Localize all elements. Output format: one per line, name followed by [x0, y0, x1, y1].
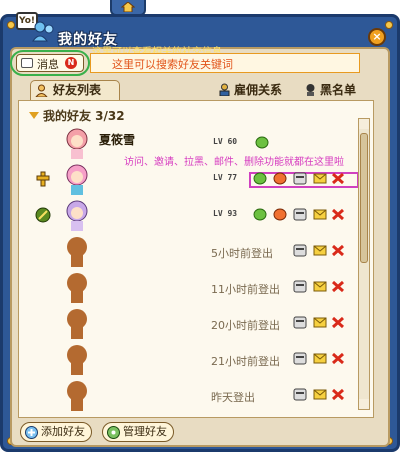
friend-row[interactable]: 昨天登出	[19, 377, 359, 413]
mail-icon[interactable]	[313, 244, 327, 257]
collapse-arrow-icon	[29, 112, 39, 119]
mail-icon[interactable]	[313, 388, 327, 401]
friend-name: 夏筱雪	[99, 133, 136, 147]
friend-row[interactable]: 夏筱雪 LV 60	[19, 125, 359, 161]
scrollbar[interactable]	[358, 118, 370, 410]
tab-label: 好友列表	[53, 83, 102, 97]
message-label: 消息	[37, 58, 59, 71]
delete-icon[interactable]	[331, 208, 345, 221]
delete-icon[interactable]	[331, 352, 345, 365]
last-logout-time: 昨天登出	[211, 391, 255, 404]
block-icon[interactable]	[293, 244, 307, 257]
rivet-decoration	[385, 21, 393, 29]
delete-icon[interactable]	[331, 172, 345, 185]
friend-row[interactable]: LV 77	[19, 161, 359, 197]
block-icon[interactable]	[293, 352, 307, 365]
rivet-decoration	[7, 21, 15, 29]
employ-icon	[219, 83, 230, 96]
mail-icon[interactable]	[313, 316, 327, 329]
friend-row[interactable]: 21小时前登出	[19, 341, 359, 377]
block-icon[interactable]	[293, 208, 307, 221]
tab-blacklist[interactable]: 黑名单	[300, 80, 380, 100]
friend-row[interactable]: LV 93	[19, 197, 359, 233]
friend-row[interactable]: 5小时前登出	[19, 233, 359, 269]
close-button[interactable]: ×	[368, 28, 386, 46]
tab-friends-list[interactable]: 好友列表	[30, 80, 120, 100]
add-friend-button[interactable]: 添加好友	[20, 422, 92, 442]
tab-label: 雇佣关系	[234, 83, 283, 97]
add-friend-label: 添加好友	[41, 425, 85, 438]
avatar	[66, 128, 88, 159]
mail-icon[interactable]	[313, 352, 327, 365]
avatar	[66, 200, 88, 231]
manage-friends-icon	[107, 426, 120, 439]
sword-badge-icon	[35, 207, 51, 223]
avatar-placeholder	[67, 273, 87, 303]
last-logout-time: 21小时前登出	[211, 355, 280, 368]
friend-list-panel: 我的好友 3/32 访问、邀请、拉黑、邮件、删除功能就都在这里啦 夏筱雪 LV …	[18, 100, 374, 418]
friend-row[interactable]: 11小时前登出	[19, 269, 359, 305]
avatar-placeholder	[67, 345, 87, 375]
level-badge: LV 77	[213, 173, 238, 182]
avatar-placeholder	[67, 309, 87, 339]
delete-icon[interactable]	[331, 388, 345, 401]
tab-label: 黑名单	[320, 83, 357, 97]
invite-icon[interactable]	[273, 172, 287, 185]
guild-cross-icon	[36, 171, 50, 187]
visit-icon[interactable]	[255, 136, 269, 149]
scroll-down-arrow-icon[interactable]	[359, 399, 369, 409]
manage-friends-label: 管理好友	[123, 425, 167, 438]
delete-icon[interactable]	[331, 280, 345, 293]
scroll-thumb[interactable]	[360, 133, 368, 263]
group-title: 我的好友 3/32	[43, 109, 125, 123]
block-icon[interactable]	[293, 388, 307, 401]
visit-icon[interactable]	[253, 172, 267, 185]
last-logout-time: 20小时前登出	[211, 319, 280, 332]
tab-bar: 好友列表 雇佣关系 黑名单	[14, 80, 386, 100]
delete-icon[interactable]	[331, 244, 345, 257]
avatar-placeholder	[67, 381, 87, 411]
last-logout-time: 5小时前登出	[211, 247, 273, 260]
level-badge: LV 60	[213, 137, 238, 146]
message-button[interactable]: 消息 N	[16, 54, 84, 72]
avatar	[66, 164, 88, 195]
search-hint: 这里可以搜索好友关键词	[112, 58, 233, 71]
new-badge: N	[65, 57, 77, 69]
block-icon[interactable]	[293, 316, 307, 329]
friend-row[interactable]: 20小时前登出	[19, 305, 359, 341]
visit-icon[interactable]	[253, 208, 267, 221]
manage-friends-button[interactable]: 管理好友	[102, 422, 174, 442]
last-logout-time: 11小时前登出	[211, 283, 280, 296]
mail-icon	[21, 58, 33, 68]
delete-icon[interactable]	[331, 316, 345, 329]
invite-icon[interactable]	[273, 208, 287, 221]
mail-icon[interactable]	[313, 280, 327, 293]
friends-people-icon	[32, 21, 54, 42]
tab-employment[interactable]: 雇佣关系	[214, 80, 310, 100]
block-icon[interactable]	[293, 280, 307, 293]
avatar-placeholder	[67, 237, 87, 267]
friends-icon	[35, 84, 48, 97]
block-icon[interactable]	[293, 172, 307, 185]
mail-icon[interactable]	[313, 208, 327, 221]
scroll-up-arrow-icon[interactable]	[359, 119, 369, 129]
add-friend-icon	[25, 426, 38, 439]
blacklist-icon	[306, 84, 315, 96]
mail-icon[interactable]	[313, 172, 327, 185]
home-icon	[121, 2, 135, 12]
level-badge: LV 93	[213, 209, 238, 218]
group-header[interactable]: 我的好友 3/32	[29, 107, 125, 124]
